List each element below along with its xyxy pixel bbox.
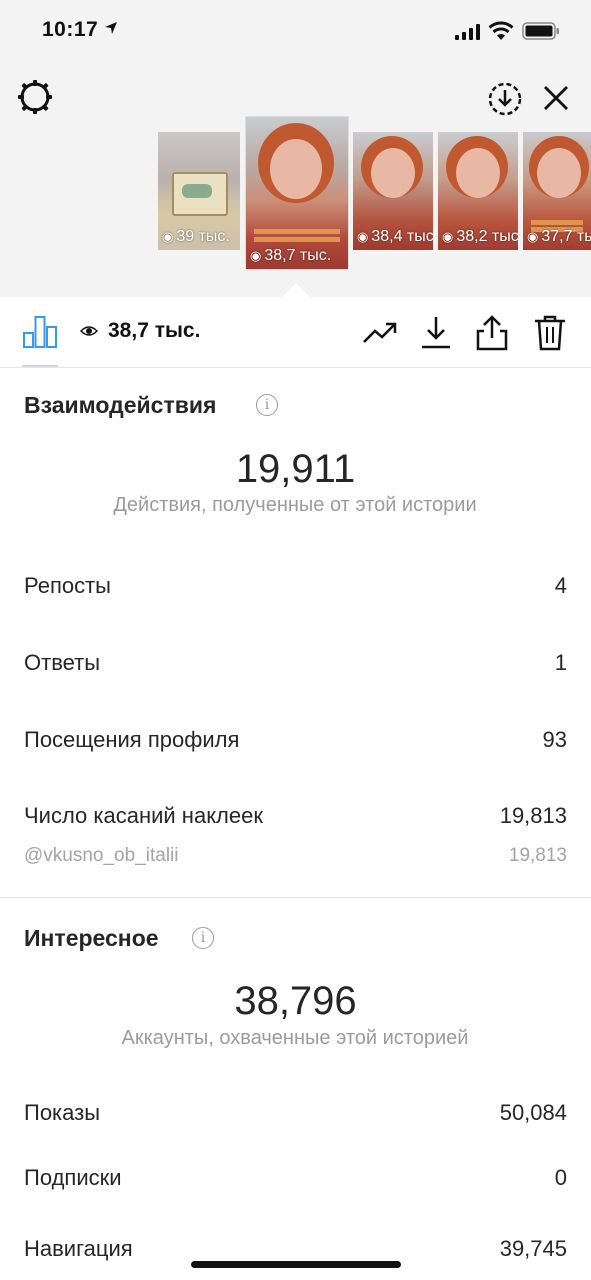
- eye-icon: ◉: [162, 229, 174, 244]
- eye-icon: ◉: [250, 248, 262, 263]
- interactions-title: Взаимодействия: [24, 392, 217, 418]
- story-thumbnail-selected[interactable]: ◉ 38,7 тыс.: [245, 116, 349, 270]
- discovery-total: 38,796: [234, 979, 357, 1023]
- interactions-total: 19,911: [235, 447, 356, 491]
- eye-icon: ◉: [527, 229, 539, 244]
- story-views: ◉ 38,7 тыс.: [250, 247, 332, 264]
- eye-icon: ◉: [357, 229, 369, 244]
- story-thumbnail[interactable]: ◉ 39 тыс.: [158, 132, 240, 250]
- save-story-icon[interactable]: [486, 80, 524, 118]
- info-icon[interactable]: i: [256, 394, 278, 416]
- story-views: ◉ 38,4 тыс.: [357, 228, 433, 245]
- story-thumbnail[interactable]: ◉37,7 тыс.: [523, 132, 591, 250]
- discovery-title: Интересное: [24, 925, 159, 951]
- share-icon[interactable]: [474, 314, 510, 352]
- metric-value: 0: [554, 1165, 567, 1190]
- metric-label: Навигация: [24, 1236, 133, 1261]
- story-views: ◉ 38,2 тыс.: [442, 228, 518, 245]
- metric-label: Ответы: [24, 650, 101, 675]
- location-arrow-icon: [105, 22, 117, 34]
- sticker-value: 19,813: [508, 845, 567, 866]
- story-thumbnail[interactable]: ◉ 38,2 тыс.: [438, 132, 518, 250]
- status-bar: 10:17: [0, 0, 591, 62]
- story-views: ◉37,7 тыс.: [527, 228, 591, 245]
- trending-up-icon[interactable]: [362, 314, 398, 350]
- eye-icon: ◉: [442, 229, 454, 244]
- metric-label: Репосты: [24, 573, 111, 598]
- interactions-caption: Действия, полученные от этой истории: [113, 494, 477, 516]
- metric-value: 39,745: [499, 1236, 567, 1261]
- download-icon[interactable]: [418, 314, 454, 350]
- story-views: ◉ 39 тыс.: [162, 228, 230, 245]
- close-icon[interactable]: [540, 82, 572, 114]
- section-divider: [0, 897, 591, 898]
- signal-icon: [455, 24, 480, 40]
- active-tab-indicator: [22, 365, 58, 367]
- status-time: 10:17: [42, 18, 99, 41]
- metric-label: Число касаний наклеек: [24, 803, 263, 828]
- views-count: 38,7 тыс.: [108, 319, 201, 342]
- metric-value: 50,084: [499, 1100, 567, 1125]
- discovery-caption: Аккаунты, охваченные этой историей: [121, 1027, 469, 1049]
- metric-label: Посещения профиля: [24, 727, 240, 752]
- eye-icon: [80, 326, 98, 336]
- battery-icon: [522, 22, 559, 40]
- metric-label: Показы: [24, 1100, 101, 1125]
- metric-value: 1: [554, 650, 567, 675]
- info-icon[interactable]: i: [192, 927, 214, 949]
- settings-gear-icon[interactable]: [16, 78, 54, 116]
- wifi-icon: [488, 21, 514, 40]
- sticker-handle: @vkusno_ob_italii: [24, 845, 179, 866]
- story-thumbnail[interactable]: ◉ 38,4 тыс.: [353, 132, 433, 250]
- home-indicator[interactable]: [191, 1261, 401, 1268]
- metric-value: 19,813: [499, 803, 567, 828]
- insights-bar-chart-icon[interactable]: [22, 315, 58, 349]
- selected-story-pointer: [282, 283, 310, 297]
- trash-icon[interactable]: [532, 314, 568, 352]
- metric-value: 93: [542, 727, 567, 752]
- metric-label: Подписки: [24, 1165, 122, 1190]
- metric-value: 4: [554, 573, 567, 598]
